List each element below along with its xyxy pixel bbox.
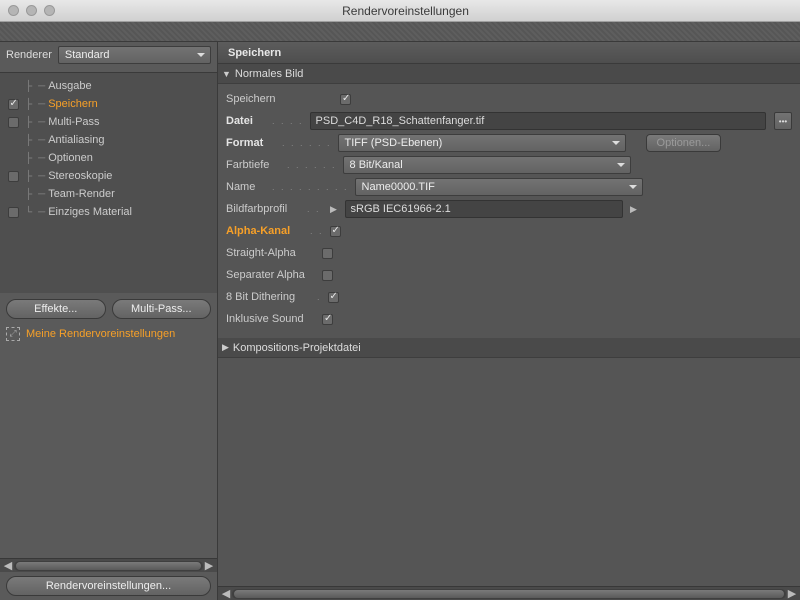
preset-label: Meine Rendervoreinstellungen <box>26 328 175 340</box>
panel-title: Speichern <box>218 42 800 64</box>
separate-checkbox[interactable] <box>322 270 333 281</box>
sidebar-item-label: Multi-Pass <box>48 116 99 128</box>
sidebar-item-ausgabe[interactable]: ├─Ausgabe <box>0 77 217 95</box>
sound-checkbox[interactable] <box>322 314 333 325</box>
sidebar-item-multi-pass[interactable]: ├─Multi-Pass <box>0 113 217 131</box>
name-dropdown[interactable]: Name0000.TIF <box>355 178 643 196</box>
section-compositing[interactable]: Kompositions-Projektdatei <box>218 338 800 358</box>
sidebar-item-optionen[interactable]: ├─Optionen <box>0 149 217 167</box>
renderer-dropdown[interactable]: Standard <box>58 46 211 64</box>
close-icon[interactable] <box>8 5 19 16</box>
format-label: Format <box>226 137 276 149</box>
renderer-label: Renderer <box>6 49 52 61</box>
profile-label: Bildfarbprofil <box>226 203 301 215</box>
section-title: Normales Bild <box>235 68 303 80</box>
chevron-down-icon <box>222 69 231 79</box>
save-checkbox[interactable] <box>340 94 351 105</box>
sidebar-item-label: Einziges Material <box>48 206 132 218</box>
sidebar-hscroll[interactable]: ◀ ▶ <box>0 558 217 572</box>
sidebar-item-checkbox[interactable] <box>8 99 19 110</box>
window-titlebar: Rendervoreinstellungen <box>0 0 800 22</box>
preset-expand-icon: ⤢ <box>6 327 20 341</box>
sidebar-item-einziges-material[interactable]: └─Einziges Material <box>0 203 217 221</box>
scroll-thumb[interactable] <box>234 590 784 598</box>
scroll-track[interactable] <box>14 561 203 571</box>
scroll-right-icon[interactable]: ▶ <box>203 560 215 572</box>
depth-dropdown[interactable]: 8 Bit/Kanal <box>343 156 631 174</box>
sidebar-item-checkbox[interactable] <box>8 207 19 218</box>
effects-button[interactable]: Effekte... <box>6 299 106 319</box>
scroll-right-icon[interactable]: ▶ <box>786 588 798 600</box>
sidebar-item-label: Stereoskopie <box>48 170 112 182</box>
sidebar-item-label: Optionen <box>48 152 93 164</box>
alpha-label: Alpha-Kanal <box>226 225 304 237</box>
profile-input[interactable] <box>345 200 623 218</box>
preset-row[interactable]: ⤢ Meine Rendervoreinstellungen <box>0 325 217 347</box>
render-settings-button[interactable]: Rendervoreinstellungen... <box>6 576 211 596</box>
dither-checkbox[interactable] <box>328 292 339 303</box>
profile-arrow-icon[interactable]: ▶ <box>327 200 341 218</box>
sidebar-item-label: Speichern <box>48 98 98 110</box>
format-options-button[interactable]: Optionen... <box>646 134 722 152</box>
settings-tree: ├─Ausgabe├─Speichern├─Multi-Pass├─Antial… <box>0 72 217 293</box>
format-dropdown[interactable]: TIFF (PSD-Ebenen) <box>338 134 626 152</box>
chevron-right-icon <box>222 342 229 353</box>
multipass-button[interactable]: Multi-Pass... <box>112 299 212 319</box>
straight-checkbox[interactable] <box>322 248 333 259</box>
sidebar-item-antialiasing[interactable]: ├─Antialiasing <box>0 131 217 149</box>
file-path-input[interactable] <box>310 112 766 130</box>
section-title: Kompositions-Projektdatei <box>233 342 361 354</box>
profile-more-icon[interactable]: ▶ <box>627 200 641 218</box>
name-label: Name <box>226 181 266 193</box>
scroll-track[interactable] <box>232 589 786 599</box>
sidebar-item-team-render[interactable]: ├─Team-Render <box>0 185 217 203</box>
sidebar-item-checkbox[interactable] <box>8 117 19 128</box>
renderer-value: Standard <box>65 49 110 61</box>
scroll-left-icon[interactable]: ◀ <box>2 560 14 572</box>
alpha-checkbox[interactable] <box>330 226 341 237</box>
sound-label: Inklusive Sound <box>226 313 318 325</box>
content-panel: Speichern Normales Bild Speichern Datei … <box>218 42 800 600</box>
separate-label: Separater Alpha <box>226 269 318 281</box>
scroll-left-icon[interactable]: ◀ <box>220 588 232 600</box>
sidebar: Renderer Standard ├─Ausgabe├─Speichern├─… <box>0 42 218 600</box>
save-label: Speichern <box>226 93 336 105</box>
depth-label: Farbtiefe <box>226 159 281 171</box>
sidebar-item-checkbox[interactable] <box>8 171 19 182</box>
file-browse-button[interactable]: ••• <box>774 112 792 130</box>
file-label: Datei <box>226 115 266 127</box>
sidebar-item-label: Team-Render <box>48 188 115 200</box>
scroll-thumb[interactable] <box>16 562 201 570</box>
dither-label: 8 Bit Dithering <box>226 291 311 303</box>
sidebar-item-speichern[interactable]: ├─Speichern <box>0 95 217 113</box>
content-hscroll[interactable]: ◀ ▶ <box>218 586 800 600</box>
sidebar-item-label: Antialiasing <box>48 134 104 146</box>
sidebar-item-label: Ausgabe <box>48 80 91 92</box>
section-normal-image[interactable]: Normales Bild <box>218 64 800 84</box>
sidebar-item-stereoskopie[interactable]: ├─Stereoskopie <box>0 167 217 185</box>
texture-strip <box>0 22 800 42</box>
straight-label: Straight-Alpha <box>226 247 318 259</box>
window-title: Rendervoreinstellungen <box>19 4 792 18</box>
